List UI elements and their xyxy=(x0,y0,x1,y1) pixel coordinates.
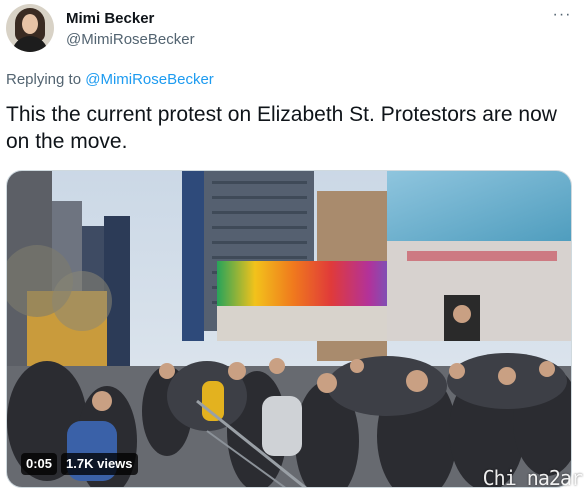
video-views: 1.7K views xyxy=(61,453,138,475)
video-badge: 0:05 1.7K views xyxy=(21,453,138,475)
avatar-face xyxy=(22,14,38,34)
video-frame xyxy=(7,171,571,487)
watermark: Chi na2ar xyxy=(482,466,583,490)
video-time: 0:05 xyxy=(21,453,58,475)
author-display-name[interactable]: Mimi Becker xyxy=(66,10,154,27)
reply-mention-link[interactable]: @MimiRoseBecker xyxy=(85,71,214,88)
replying-to: Replying to @MimiRoseBecker xyxy=(6,71,214,88)
tweet-text: This the current protest on Elizabeth St… xyxy=(6,103,557,153)
more-options-icon[interactable]: ··· xyxy=(550,7,574,28)
tweet-header: Mimi Becker @MimiRoseBecker ··· xyxy=(6,4,578,56)
video-player[interactable]: 0:05 1.7K views xyxy=(6,170,572,488)
avatar[interactable] xyxy=(6,4,54,52)
author-handle[interactable]: @MimiRoseBecker xyxy=(66,31,195,48)
replying-to-prefix: Replying to xyxy=(6,71,86,88)
